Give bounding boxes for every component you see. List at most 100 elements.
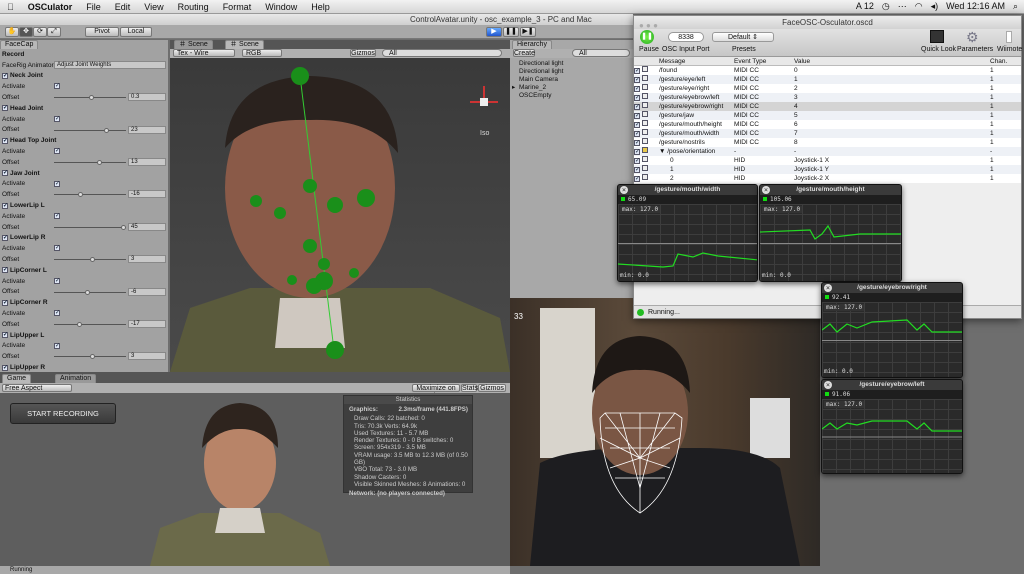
joint-header[interactable]: ✓ LowerLip L: [0, 200, 168, 211]
col-value[interactable]: Value: [794, 57, 990, 65]
value-cell[interactable]: 2: [794, 84, 990, 93]
activate-checkbox[interactable]: ✓: [54, 83, 60, 90]
joint-header[interactable]: ✓ LipCorner R: [0, 297, 168, 308]
event-type-cell[interactable]: -: [734, 147, 794, 156]
parameters-button[interactable]: Parameters: [957, 46, 993, 53]
graph-window[interactable]: /gesture/mouth/width × 65.09 max: 127.0 …: [617, 184, 758, 282]
joint-header[interactable]: ✓ LipCorner L: [0, 265, 168, 276]
quick-look-icon[interactable]: [930, 30, 944, 43]
offset-field[interactable]: 0.3: [128, 93, 166, 102]
offset-slider[interactable]: [54, 127, 126, 133]
row-flag[interactable]: [642, 84, 648, 90]
volume-icon[interactable]: ◂): [931, 1, 939, 12]
graph-window[interactable]: /gesture/eyebrow/right × 92.41 max: 127.…: [821, 282, 963, 378]
value-cell[interactable]: 0: [794, 66, 990, 75]
col-message[interactable]: Message: [656, 57, 734, 65]
event-type-cell[interactable]: MIDI CC: [734, 66, 794, 75]
joint-enabled-checkbox[interactable]: ✓: [2, 267, 8, 274]
presets-select[interactable]: Default ⇕: [712, 32, 774, 42]
row-flag[interactable]: [642, 156, 648, 162]
offset-field[interactable]: 45: [128, 222, 166, 231]
event-type-cell[interactable]: HID: [734, 174, 794, 183]
chan-cell[interactable]: 1: [990, 120, 1021, 129]
offset-slider[interactable]: [54, 224, 126, 230]
draw-mode-select[interactable]: Tex - Wire: [173, 49, 235, 57]
row-flag[interactable]: [642, 75, 648, 81]
activate-checkbox[interactable]: ✓: [54, 245, 60, 252]
value-cell[interactable]: 3: [794, 93, 990, 102]
chan-cell[interactable]: 1: [990, 93, 1021, 102]
event-type-cell[interactable]: MIDI CC: [734, 120, 794, 129]
row-enabled-checkbox[interactable]: ✓: [634, 167, 640, 173]
row-flag[interactable]: [642, 138, 648, 144]
value-cell[interactable]: 7: [794, 129, 990, 138]
menu-edit[interactable]: Edit: [108, 2, 138, 12]
expand-arrow-icon[interactable]: ▸: [512, 84, 515, 92]
chan-cell[interactable]: 1: [990, 174, 1021, 183]
event-type-cell[interactable]: MIDI CC: [734, 84, 794, 93]
play-button[interactable]: ▶: [486, 27, 502, 37]
row-enabled-checkbox[interactable]: ✓: [634, 68, 640, 74]
table-row[interactable]: ✓ /gesture/eye/left MIDI CC 1 1: [634, 75, 1021, 84]
event-type-cell[interactable]: MIDI CC: [734, 102, 794, 111]
activate-checkbox[interactable]: ✓: [54, 180, 60, 187]
row-flag[interactable]: [642, 120, 648, 126]
row-enabled-checkbox[interactable]: ✓: [634, 95, 640, 101]
rotate-tool-icon[interactable]: ⟳: [33, 27, 47, 37]
joint-header[interactable]: ✓ LipUpper R: [0, 362, 168, 372]
gizmos-dropdown[interactable]: Gizmos: [350, 49, 376, 57]
table-row[interactable]: ✓ /gesture/jaw MIDI CC 5 1: [634, 111, 1021, 120]
table-row[interactable]: ✓ /gesture/eye/right MIDI CC 2 1: [634, 84, 1021, 93]
close-icon[interactable]: ×: [824, 284, 832, 292]
step-button[interactable]: ▶❚: [520, 27, 536, 37]
quick-look-button[interactable]: Quick Look: [921, 46, 956, 53]
joint-enabled-checkbox[interactable]: ✓: [2, 234, 8, 241]
chan-cell[interactable]: 1: [990, 75, 1021, 84]
wiimote-icon[interactable]: [1006, 31, 1012, 43]
offset-field[interactable]: 23: [128, 125, 166, 134]
scene-search-input[interactable]: All: [382, 49, 502, 57]
value-cell[interactable]: Joystick-1 X: [794, 156, 990, 165]
menu-file[interactable]: File: [79, 2, 108, 12]
slider-knob[interactable]: [120, 224, 126, 230]
joint-header[interactable]: ✓ Head Top Joint: [0, 135, 168, 146]
activate-checkbox[interactable]: ✓: [54, 310, 60, 317]
row-flag[interactable]: [642, 165, 648, 171]
menu-help[interactable]: Help: [304, 2, 337, 12]
offset-field[interactable]: 13: [128, 157, 166, 166]
activate-checkbox[interactable]: ✓: [54, 277, 60, 284]
row-enabled-checkbox[interactable]: ✓: [634, 77, 640, 83]
offset-field[interactable]: 3: [128, 255, 166, 264]
joint-header[interactable]: ✓ LowerLip R: [0, 233, 168, 244]
game-gizmos-dropdown[interactable]: Gizmos: [478, 384, 506, 392]
offset-slider[interactable]: [54, 159, 126, 165]
table-row[interactable]: ✓ /gesture/eyebrow/right MIDI CC 4 1: [634, 102, 1021, 111]
activate-checkbox[interactable]: ✓: [54, 115, 60, 122]
row-enabled-checkbox[interactable]: ✓: [634, 104, 640, 110]
row-flag[interactable]: [642, 174, 648, 180]
row-enabled-checkbox[interactable]: ✓: [634, 122, 640, 128]
menu-window[interactable]: Window: [258, 2, 304, 12]
spotlight-icon[interactable]: ⌕: [1013, 1, 1018, 12]
offset-slider[interactable]: [54, 289, 126, 295]
pause-icon[interactable]: ❚❚: [640, 30, 654, 44]
row-flag[interactable]: [642, 102, 648, 108]
tab-animation[interactable]: Animation: [55, 374, 97, 383]
chan-cell[interactable]: 1: [990, 156, 1021, 165]
row-flag[interactable]: [642, 111, 648, 117]
row-enabled-checkbox[interactable]: ✓: [634, 140, 640, 146]
tab-hierarchy[interactable]: Hierarchy: [512, 40, 552, 49]
row-flag[interactable]: [642, 147, 648, 153]
joint-enabled-checkbox[interactable]: ✓: [2, 170, 8, 177]
activate-checkbox[interactable]: ✓: [54, 148, 60, 155]
event-type-cell[interactable]: MIDI CC: [734, 138, 794, 147]
chan-cell[interactable]: 1: [990, 66, 1021, 75]
event-type-cell[interactable]: MIDI CC: [734, 129, 794, 138]
value-cell[interactable]: Joystick-2 X: [794, 174, 990, 183]
value-cell[interactable]: 4: [794, 102, 990, 111]
joint-enabled-checkbox[interactable]: ✓: [2, 72, 8, 79]
slider-knob[interactable]: [90, 257, 96, 263]
value-cell[interactable]: 6: [794, 120, 990, 129]
table-row[interactable]: ✓ 1 HID Joystick-1 Y 1: [634, 165, 1021, 174]
joint-enabled-checkbox[interactable]: ✓: [2, 202, 8, 209]
